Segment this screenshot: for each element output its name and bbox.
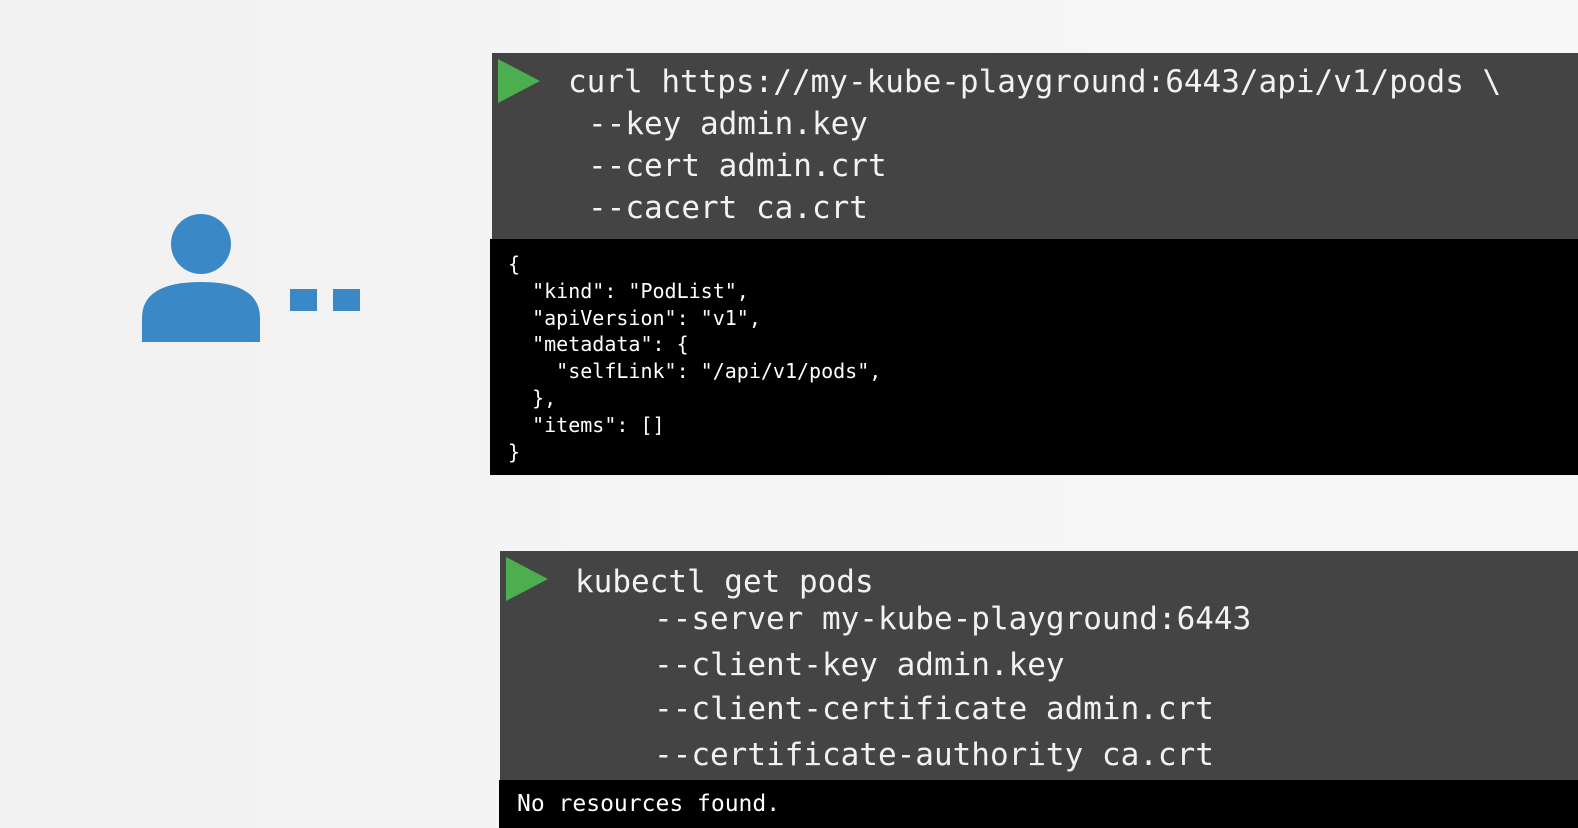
- play-icon: [506, 557, 548, 601]
- kubectl-client-key-option: --client-key admin.key: [654, 647, 1065, 683]
- user-body: [142, 282, 260, 342]
- curl-command-panel: curl https://my-kube-playground:6443/api…: [492, 53, 1578, 239]
- output-line: "apiVersion": "v1",: [508, 305, 761, 330]
- kubectl-command-panel: kubectl get pods --server my-kube-playgr…: [500, 551, 1578, 780]
- output-line: No resources found.: [517, 791, 781, 817]
- output-line: "selfLink": "/api/v1/pods",: [508, 359, 882, 384]
- curl-output-panel: { "kind": "PodList", "apiVersion": "v1",…: [490, 239, 1578, 475]
- user-icon: [140, 214, 370, 344]
- output-line: "items": []: [508, 412, 665, 437]
- kubectl-server-option: --server my-kube-playground:6443: [654, 601, 1252, 637]
- curl-command-line: curl https://my-kube-playground:6443/api…: [568, 64, 1502, 100]
- curl-key-option: --key admin.key: [588, 106, 868, 142]
- kubectl-client-certificate-option: --client-certificate admin.crt: [654, 691, 1214, 727]
- output-line: }: [508, 439, 521, 464]
- kubectl-output-panel: No resources found.: [499, 780, 1578, 828]
- output-line: },: [508, 386, 557, 410]
- output-line: "metadata": {: [508, 332, 689, 357]
- user-head: [171, 214, 231, 274]
- connection-dot: [290, 289, 317, 311]
- output-line: {: [508, 252, 521, 276]
- play-icon: [498, 59, 540, 103]
- kubectl-certificate-authority-option: --certificate-authority ca.crt: [654, 737, 1214, 773]
- connection-dot: [333, 289, 360, 311]
- curl-cacert-option: --cacert ca.crt: [588, 190, 868, 226]
- kubectl-command-line: kubectl get pods: [575, 564, 874, 600]
- curl-cert-option: --cert admin.crt: [588, 148, 887, 184]
- output-line: "kind": "PodList",: [508, 278, 749, 303]
